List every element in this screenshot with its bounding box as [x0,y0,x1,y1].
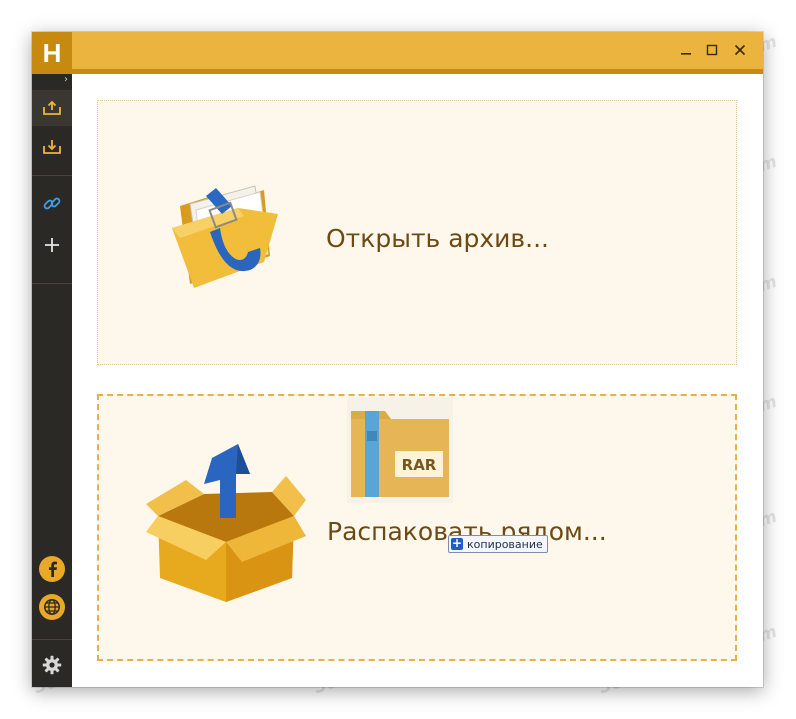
app-logo: H [32,32,72,74]
title-bar[interactable] [32,32,763,74]
copy-plus-icon: + [451,536,463,550]
open-folder-icon [172,185,278,288]
close-button[interactable] [730,40,750,60]
open-archive-label: Открыть архив... [326,224,549,253]
sidebar: › [32,74,72,687]
maximize-button[interactable] [702,40,722,60]
drag-copy-tooltip: + копирование [448,535,548,553]
sidebar-item-extract-archive[interactable] [32,129,72,165]
sidebar-divider [32,639,72,640]
plus-icon [45,238,59,252]
archive-add-icon [43,100,61,115]
sidebar-divider [32,175,72,176]
minimize-button[interactable] [676,40,696,60]
sidebar-item-create-archive[interactable] [32,90,72,126]
website-button[interactable] [39,594,65,620]
rar-badge-text: RAR [402,456,437,474]
content-area: Открыть архив... Распаковать рядом... [72,74,763,687]
sidebar-item-link[interactable] [32,186,72,222]
sidebar-divider [32,283,72,284]
open-box-icon [146,444,306,602]
settings-button[interactable] [32,647,72,683]
link-icon [43,197,61,210]
facebook-button[interactable] [39,556,65,582]
gear-icon [42,655,62,675]
archive-extract-icon [43,140,61,154]
dragged-rar-file-icon: RAR [347,397,453,503]
app-window: H › Открыть архив... Распаковать рядом..… [32,32,763,687]
drag-tooltip-label: копирование [467,537,543,551]
minimize-icon [681,53,691,55]
open-archive-panel[interactable]: Открыть архив... [97,100,737,365]
globe-icon [44,599,60,615]
close-icon [734,44,746,56]
sidebar-expand-button[interactable]: › [32,74,72,90]
facebook-icon [49,561,57,577]
maximize-icon [706,44,718,56]
sidebar-item-add[interactable] [32,227,72,263]
